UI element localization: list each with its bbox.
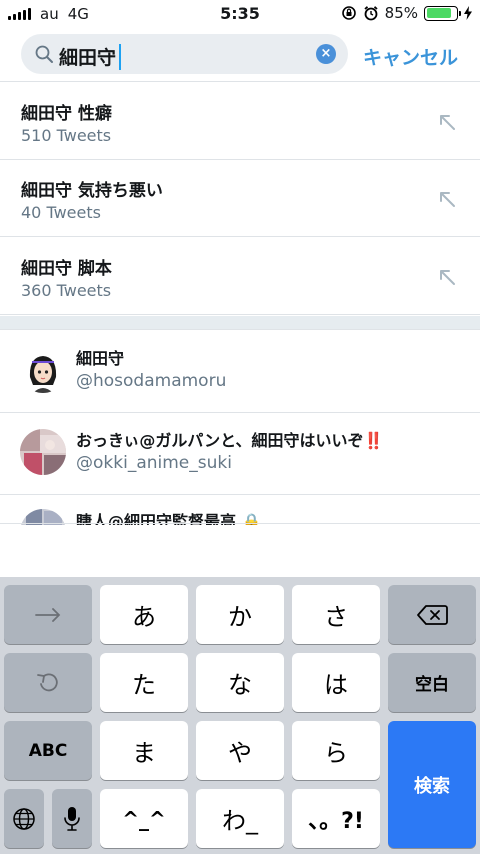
key-ha[interactable]: は <box>292 653 380 712</box>
suggestion-term: 細田守 気持ち悪い <box>21 181 163 201</box>
search-suggestion[interactable]: 細田守 性癖 510 Tweets <box>0 83 480 160</box>
battery-icon <box>424 5 461 21</box>
undo-key[interactable] <box>4 653 92 712</box>
next-candidate-key[interactable] <box>4 585 92 644</box>
key-na[interactable]: な <box>196 653 284 712</box>
key-ma[interactable]: ま <box>100 721 188 780</box>
clear-search-button[interactable]: × <box>316 44 336 64</box>
user-display-name: 細田守 <box>76 349 125 368</box>
search-input[interactable]: 細田守 × <box>21 34 348 74</box>
rotation-lock-icon <box>341 6 356 20</box>
search-header: 細田守 × キャンセル <box>0 28 480 82</box>
user-result-row[interactable]: おっきぃ@ガルパンと、細田守はいいぞ‼️ @okki_anime_suki <box>0 413 480 495</box>
space-key[interactable]: 空白 <box>388 653 476 712</box>
avatar <box>20 429 66 475</box>
key-ta[interactable]: た <box>100 653 188 712</box>
search-query-text: 細田守 <box>59 47 117 69</box>
search-key[interactable]: 検索 <box>388 721 476 848</box>
avatar <box>20 347 66 393</box>
user-result-row[interactable]: 細田守 @hosodamamoru <box>0 331 480 413</box>
undo-icon <box>37 672 58 691</box>
user-display-name: おっきぃ@ガルパンと、細田守はいいぞ <box>76 431 364 450</box>
fill-query-arrow-icon[interactable] <box>438 268 456 286</box>
search-suggestion[interactable]: 細田守 気持ち悪い 40 Tweets <box>0 160 480 237</box>
fill-query-arrow-icon[interactable] <box>438 190 456 208</box>
charging-icon <box>464 6 472 20</box>
suggestion-term: 細田守 性癖 <box>21 104 112 124</box>
status-bar: au 4G 5:35 85% <box>0 0 480 28</box>
suggestion-count: 40 Tweets <box>21 203 101 222</box>
key-a[interactable]: あ <box>100 585 188 644</box>
arrow-right-icon <box>35 607 61 622</box>
alarm-icon <box>364 6 378 21</box>
battery-percent: 85% <box>384 4 418 22</box>
section-separator <box>0 316 480 330</box>
key-wa[interactable]: わ_ <box>196 789 284 848</box>
double-exclamation-emoji: ‼️ <box>363 431 384 450</box>
key-punctuation[interactable]: 、。?! <box>292 789 380 848</box>
divider <box>0 523 480 524</box>
abc-mode-key[interactable]: ABC <box>4 721 92 780</box>
user-result-row[interactable]: 睫人@細田守監督最高 🔒 <box>0 495 480 525</box>
dictation-key[interactable] <box>52 789 92 848</box>
search-icon <box>35 45 53 63</box>
text-caret <box>119 43 122 70</box>
key-ra[interactable]: ら <box>292 721 380 780</box>
microphone-icon <box>64 806 80 831</box>
key-sa[interactable]: さ <box>292 585 380 644</box>
fill-query-arrow-icon[interactable] <box>438 113 456 131</box>
key-emoticon[interactable]: ^_^ <box>100 789 188 848</box>
user-handle: @hosodamamoru <box>76 371 227 391</box>
suggestion-count: 360 Tweets <box>21 281 112 300</box>
globe-key[interactable] <box>4 789 44 848</box>
cancel-button[interactable]: キャンセル <box>363 43 458 70</box>
backspace-icon <box>417 604 448 625</box>
user-handle: @okki_anime_suki <box>76 453 232 473</box>
suggestion-count: 510 Tweets <box>21 126 112 145</box>
key-ka[interactable]: か <box>196 585 284 644</box>
globe-icon <box>13 807 35 830</box>
backspace-key[interactable] <box>388 585 476 644</box>
suggestion-term: 細田守 脚本 <box>21 259 112 279</box>
search-suggestion[interactable]: 細田守 脚本 360 Tweets <box>0 238 480 315</box>
key-ya[interactable]: や <box>196 721 284 780</box>
japanese-keyboard: あ か さ た な は 空白 ABC ま や ら 検索 ^_^ わ_ 、。?! <box>0 577 480 854</box>
